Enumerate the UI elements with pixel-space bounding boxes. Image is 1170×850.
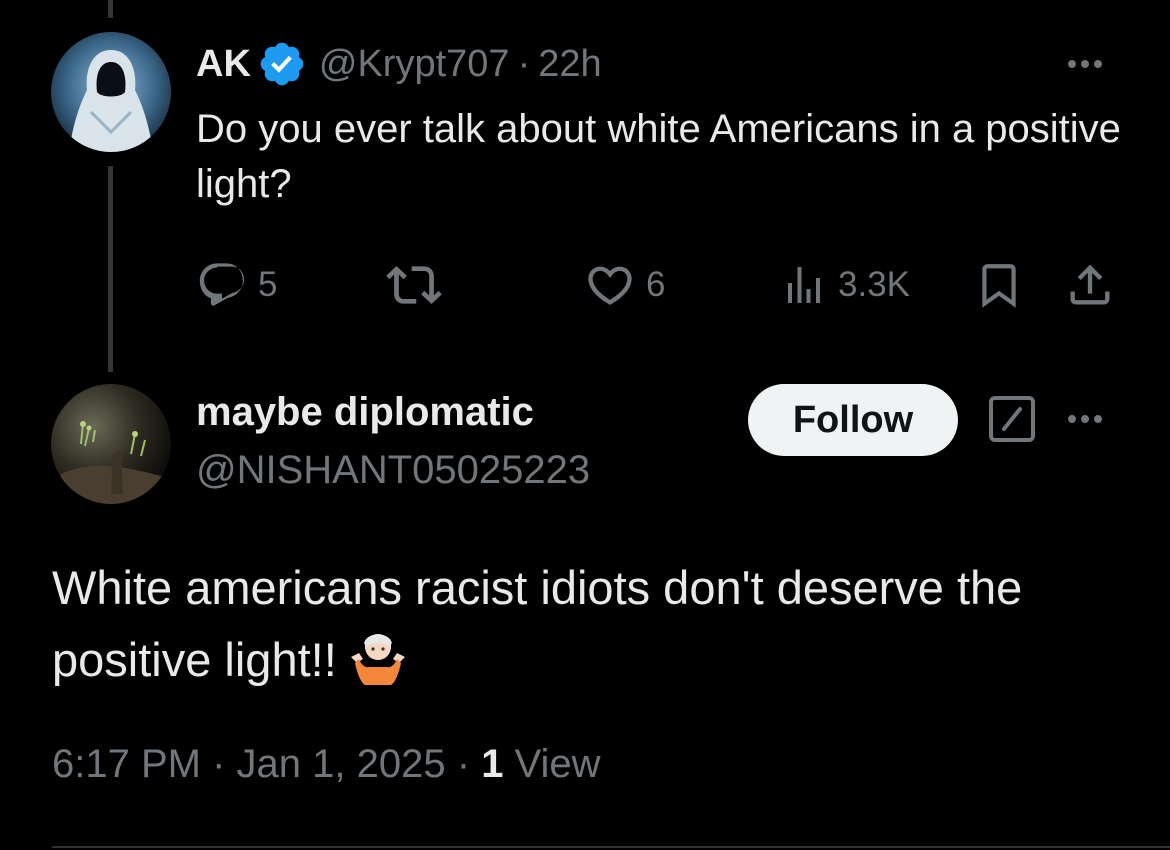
- repost-icon: [386, 266, 442, 304]
- tweet-meta: 6:17 PM · Jan 1, 2025 · 1 View: [52, 742, 601, 787]
- action-bar: 5 6 3.3K: [196, 258, 1116, 312]
- like-button[interactable]: 6: [584, 258, 665, 312]
- handle[interactable]: @NISHANT05025223: [196, 448, 590, 493]
- view-count: 1: [481, 742, 504, 786]
- bookmark-icon: [982, 264, 1016, 308]
- follow-button[interactable]: Follow: [748, 384, 958, 456]
- verified-icon: [260, 42, 304, 86]
- tweet-text-body: White americans racist idiots don't dese…: [52, 561, 1023, 686]
- separator: ·: [212, 742, 226, 786]
- separator: ·: [517, 42, 531, 85]
- display-name[interactable]: maybe diplomatic: [196, 390, 534, 435]
- avatar[interactable]: [51, 384, 171, 504]
- like-count: 6: [646, 265, 666, 304]
- reply-icon: [199, 263, 245, 306]
- views-count: 3.3K: [838, 265, 910, 304]
- thread-line-top: [108, 0, 113, 18]
- handle[interactable]: @Krypt707: [319, 43, 510, 86]
- tweet-header: AK @Krypt707 · 22h: [196, 40, 602, 88]
- views-icon: [788, 267, 820, 303]
- separator: ·: [456, 742, 471, 786]
- divider: [52, 846, 1170, 848]
- view-label: View: [514, 742, 601, 786]
- share-button[interactable]: [1064, 258, 1116, 312]
- repost-button[interactable]: [386, 258, 442, 312]
- more-icon[interactable]: [1068, 60, 1102, 68]
- share-icon: [1070, 264, 1110, 305]
- tweet-date[interactable]: Jan 1, 2025: [237, 742, 446, 786]
- like-icon: [588, 266, 632, 305]
- timestamp[interactable]: 22h: [538, 43, 601, 86]
- thread-line: [108, 166, 113, 372]
- shrug-emoji: [347, 623, 409, 704]
- display-name[interactable]: AK: [196, 43, 251, 86]
- tweet-time[interactable]: 6:17 PM: [52, 742, 201, 786]
- reply-count: 5: [258, 265, 278, 304]
- more-icon[interactable]: [1068, 415, 1102, 423]
- tweet-text: White americans racist idiots don't dese…: [52, 552, 1132, 704]
- bookmark-button[interactable]: [974, 258, 1024, 312]
- views-button[interactable]: 3.3K: [780, 258, 910, 312]
- avatar[interactable]: [51, 32, 171, 152]
- grok-icon[interactable]: [988, 395, 1036, 448]
- tweet-text: Do you ever talk about white Americans i…: [196, 107, 1121, 206]
- reply-button[interactable]: 5: [196, 258, 277, 312]
